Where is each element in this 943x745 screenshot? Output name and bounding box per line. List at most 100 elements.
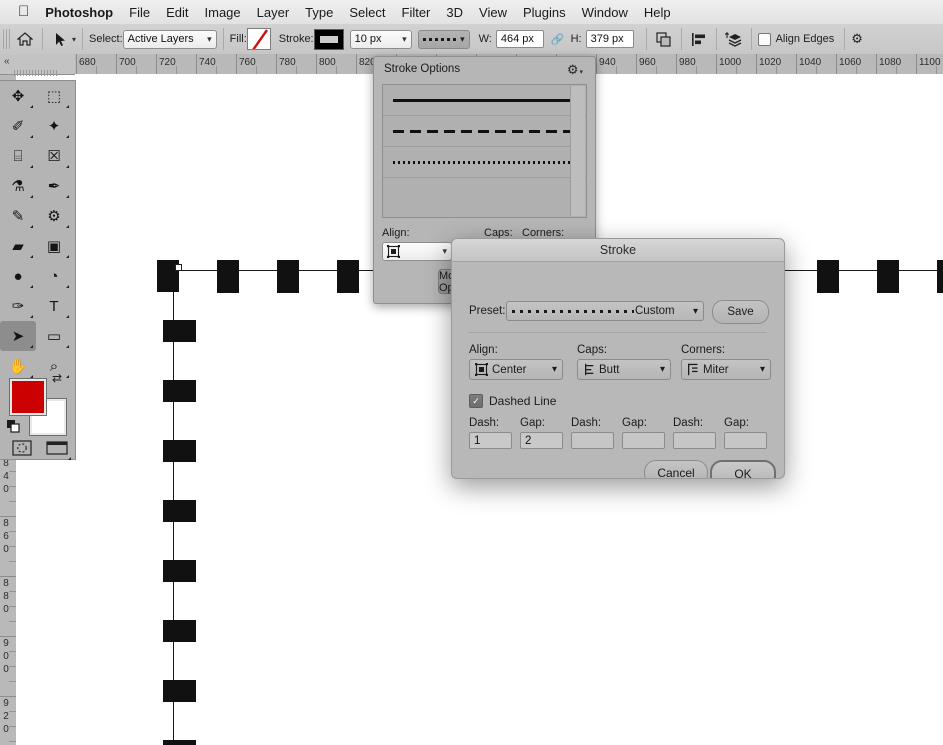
panel-menu-gear-icon[interactable]: ⚙▾ bbox=[567, 62, 583, 78]
stroke-width-dropdown[interactable]: 10 px ▾ bbox=[349, 29, 412, 49]
select-scope-dropdown[interactable]: Active Layers ▾ bbox=[122, 29, 217, 49]
height-input[interactable]: 379 px bbox=[585, 30, 634, 48]
gear-icon[interactable]: ⚙ bbox=[851, 31, 863, 47]
corners-dropdown[interactable]: Miter ▾ bbox=[681, 359, 771, 380]
menu-item-image[interactable]: Image bbox=[205, 5, 241, 20]
dotted-line-preset[interactable] bbox=[383, 147, 586, 178]
dash-gap-input-2[interactable] bbox=[571, 432, 614, 449]
tool-row: ✎ ⚙ bbox=[0, 201, 75, 231]
eraser-tool-icon[interactable]: ▰ bbox=[0, 231, 36, 261]
align-edges-checkbox[interactable] bbox=[757, 32, 771, 46]
dash-gap-input-1[interactable]: 2 bbox=[520, 432, 563, 449]
ruler-minor-tick bbox=[856, 66, 857, 74]
path-selection-tool-icon[interactable]: ➤ bbox=[0, 321, 36, 351]
ruler-label: 2 bbox=[3, 711, 9, 722]
link-dimensions-icon[interactable]: 🔗 bbox=[551, 33, 565, 46]
magic-wand-tool-icon[interactable]: ✦ bbox=[36, 111, 72, 141]
stroke-options-align-dropdown[interactable]: ▾ bbox=[382, 242, 452, 261]
dash-gap-input-3[interactable] bbox=[622, 432, 665, 449]
menu-item-edit[interactable]: Edit bbox=[166, 5, 188, 20]
dash-gap-input-0[interactable]: 1 bbox=[469, 432, 512, 449]
path-arrangement-icon[interactable] bbox=[723, 28, 745, 50]
ruler-tick bbox=[796, 54, 797, 74]
stroke-label: Stroke: bbox=[278, 33, 314, 45]
menu-item-layer[interactable]: Layer bbox=[257, 5, 290, 20]
caps-value: Butt bbox=[599, 363, 620, 376]
preset-dropdown[interactable]: Custom ▾ bbox=[506, 301, 704, 321]
ruler-minor-tick bbox=[9, 741, 16, 742]
menu-item-file[interactable]: File bbox=[129, 5, 150, 20]
menu-item-help[interactable]: Help bbox=[644, 5, 671, 20]
blur-tool-icon[interactable]: ● bbox=[0, 261, 36, 291]
swap-colors-icon[interactable]: ⇄ bbox=[52, 371, 62, 385]
cancel-button[interactable]: Cancel bbox=[644, 460, 708, 478]
ruler-minor-tick bbox=[616, 66, 617, 74]
clone-stamp-tool-icon[interactable]: ⚙ bbox=[36, 201, 72, 231]
align-dropdown[interactable]: Center ▾ bbox=[469, 359, 563, 380]
dodge-tool-icon[interactable]: ◔ bbox=[36, 261, 72, 291]
ruler-tick bbox=[0, 576, 16, 577]
path-alignment-icon[interactable] bbox=[688, 28, 710, 50]
stroke-dialog-titlebar[interactable]: Stroke bbox=[452, 239, 784, 262]
menu-item-3d[interactable]: 3D bbox=[446, 5, 463, 20]
spot-healing-brush-tool-icon[interactable]: ✒ bbox=[36, 171, 72, 201]
lasso-tool-icon[interactable]: ✐ bbox=[0, 111, 36, 141]
dash-gap-input-4[interactable] bbox=[673, 432, 716, 449]
collapse-panel-icon[interactable]: « bbox=[4, 56, 10, 67]
preset-list-scrollbar[interactable] bbox=[570, 86, 585, 216]
menu-item-window[interactable]: Window bbox=[582, 5, 628, 20]
apple-menu-icon[interactable]:  bbox=[18, 4, 29, 19]
foreground-color-swatch[interactable] bbox=[10, 379, 46, 415]
fill-swatch[interactable] bbox=[246, 28, 271, 50]
rectangle-tool-icon[interactable]: ▭ bbox=[36, 321, 72, 351]
path-anchor-point[interactable] bbox=[175, 264, 182, 271]
ruler-minor-tick bbox=[896, 66, 897, 74]
brush-tool-icon[interactable]: ✎ bbox=[0, 201, 36, 231]
ok-button[interactable]: OK bbox=[710, 460, 776, 478]
dash-gap-input-5[interactable] bbox=[724, 432, 767, 449]
eyedropper-tool-icon[interactable]: ⚗ bbox=[0, 171, 36, 201]
hand-tool-icon[interactable]: ✋ bbox=[0, 351, 36, 381]
ruler-tick bbox=[716, 54, 717, 74]
stroke-style-dropdown[interactable]: ▾ bbox=[417, 29, 470, 49]
screen-mode-icon[interactable] bbox=[39, 433, 74, 463]
quick-mask-icon[interactable] bbox=[4, 433, 39, 463]
menu-item-view[interactable]: View bbox=[479, 5, 507, 20]
path-dash-mark bbox=[817, 271, 839, 293]
menu-bar:  Photoshop File Edit Image Layer Type S… bbox=[0, 0, 943, 25]
path-selection-tool-icon[interactable] bbox=[49, 29, 71, 49]
options-bar-grip[interactable] bbox=[3, 29, 11, 49]
dashed-line-checkbox[interactable]: ✓ bbox=[469, 394, 483, 408]
rectangular-marquee-tool-icon[interactable]: ⬚ bbox=[36, 81, 72, 111]
width-input[interactable]: 464 px bbox=[495, 30, 544, 48]
crop-tool-icon[interactable]: ⌸ bbox=[0, 141, 36, 171]
type-tool-icon[interactable]: T bbox=[36, 291, 72, 321]
ruler-minor-tick bbox=[656, 66, 657, 74]
save-preset-button[interactable]: Save bbox=[712, 300, 769, 324]
fill-label: Fill: bbox=[229, 33, 247, 45]
menu-item-filter[interactable]: Filter bbox=[402, 5, 431, 20]
menu-item-plugins[interactable]: Plugins bbox=[523, 5, 566, 20]
path-operations-icon[interactable] bbox=[653, 28, 675, 50]
ruler-label: 740 bbox=[199, 57, 216, 68]
caps-dropdown[interactable]: Butt ▾ bbox=[577, 359, 671, 380]
menu-item-select[interactable]: Select bbox=[349, 5, 385, 20]
solid-line-preset[interactable] bbox=[383, 85, 586, 116]
chevron-down-icon[interactable]: ▾ bbox=[72, 35, 76, 44]
move-tool-icon[interactable]: ✥ bbox=[0, 81, 36, 111]
stroke-swatch[interactable] bbox=[313, 28, 344, 50]
home-icon[interactable] bbox=[14, 28, 36, 50]
stroke-preset-list[interactable] bbox=[382, 84, 587, 218]
menu-item-photoshop[interactable]: Photoshop bbox=[45, 5, 113, 20]
menu-item-type[interactable]: Type bbox=[305, 5, 333, 20]
mode-buttons-row bbox=[4, 433, 74, 463]
frame-tool-icon[interactable]: ☒ bbox=[36, 141, 72, 171]
tool-panel-grip[interactable] bbox=[14, 70, 58, 76]
tool-row: ✥ ⬚ bbox=[0, 81, 75, 111]
tool-flyout-indicator bbox=[30, 165, 33, 168]
pen-tool-icon[interactable]: ✑ bbox=[0, 291, 36, 321]
dashed-line-preset[interactable] bbox=[383, 116, 586, 147]
tool-row: ● ◔ bbox=[0, 261, 75, 291]
gradient-tool-icon[interactable]: ▣ bbox=[36, 231, 72, 261]
chevron-down-icon: ▾ bbox=[759, 364, 765, 375]
